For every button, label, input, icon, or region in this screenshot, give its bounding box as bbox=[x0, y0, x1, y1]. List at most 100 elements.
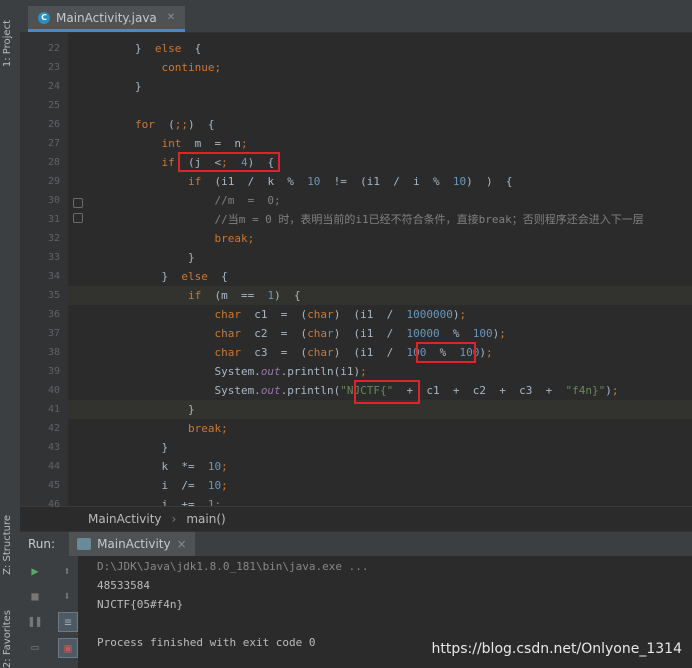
pause-icon[interactable]: ❚❚ bbox=[26, 612, 44, 630]
line-number: 40 bbox=[47, 385, 60, 396]
line-number: 33 bbox=[47, 252, 60, 263]
code-editor[interactable]: } else { continue; } for (;;) { int m = … bbox=[68, 33, 692, 506]
code-text: char c1 = (char) (i1 / 1000000); bbox=[214, 308, 467, 321]
highlight-box-modulo bbox=[416, 342, 476, 363]
console-command-line: D:\JDK\Java\jdk1.8.0_181\bin\java.exe ..… bbox=[97, 560, 369, 573]
code-text: if (m == 1) { bbox=[187, 289, 301, 302]
soft-wrap-icon[interactable]: ≡ bbox=[58, 612, 78, 632]
line-number: 44 bbox=[47, 461, 60, 472]
code-text: //m = 0; bbox=[82, 194, 281, 207]
line-number: 41 bbox=[47, 404, 60, 415]
code-text: System.out.println(i1); bbox=[82, 365, 367, 378]
code-text: System.out.println("NJCTF{" + c1 + c2 + … bbox=[82, 384, 619, 397]
chevron-right-icon: › bbox=[171, 511, 177, 526]
run-label: Run: bbox=[28, 537, 56, 551]
code-text: int m = n; bbox=[161, 137, 248, 150]
line-number: 45 bbox=[47, 480, 60, 491]
line-number: 28 bbox=[47, 157, 60, 168]
line-number: 29 bbox=[47, 176, 60, 187]
line-number: 26 bbox=[47, 119, 60, 130]
code-line[interactable]: i /= 10; bbox=[68, 476, 692, 495]
console-exit-message: Process finished with exit code 0 bbox=[97, 636, 316, 649]
editor-tab[interactable]: C MainActivity.java ✕ bbox=[28, 6, 186, 32]
code-text: i += 1; bbox=[82, 498, 222, 506]
code-line[interactable]: char c1 = (char) (i1 / 1000000); bbox=[68, 305, 692, 324]
code-line[interactable]: char c3 = (char) (i1 / 100 % 100); bbox=[68, 343, 692, 362]
breadcrumb-class[interactable]: MainActivity bbox=[88, 512, 162, 526]
code-text: for (;;) { bbox=[134, 118, 215, 131]
code-text: break; bbox=[187, 422, 228, 435]
code-line[interactable]: if (j <; 4) { bbox=[68, 153, 692, 172]
code-line[interactable]: k *= 10; bbox=[68, 457, 692, 476]
code-line[interactable]: i += 1; bbox=[68, 495, 692, 506]
editor-tab-bar: C MainActivity.java ✕ bbox=[20, 0, 692, 33]
line-number: 39 bbox=[47, 366, 60, 377]
watermark: https://blog.csdn.net/Onlyone_1314 bbox=[431, 641, 682, 657]
code-line[interactable]: continue; bbox=[68, 58, 692, 77]
line-number: 32 bbox=[47, 233, 60, 244]
breadcrumb: MainActivity › main() bbox=[20, 506, 692, 530]
code-line[interactable]: break; bbox=[68, 419, 692, 438]
scroll-to-end-icon[interactable]: ▣ bbox=[58, 638, 78, 658]
breadcrumb-method[interactable]: main() bbox=[186, 512, 225, 526]
stop-icon[interactable]: ■ bbox=[26, 587, 44, 605]
code-line[interactable]: } bbox=[68, 438, 692, 457]
code-line[interactable]: char c2 = (char) (i1 / 10000 % 100); bbox=[68, 324, 692, 343]
console-output-line: NJCTF{05#f4n} bbox=[97, 598, 184, 611]
code-line[interactable]: } else { bbox=[68, 39, 692, 58]
code-text: } bbox=[82, 441, 169, 454]
run-tab[interactable]: MainActivity × bbox=[69, 532, 195, 556]
code-text: //当m = 0 时，表明当前的i1已经不符合条件，直接break；否则程序还会… bbox=[82, 213, 644, 226]
arrow-down-icon[interactable]: ⬇ bbox=[58, 587, 76, 605]
layout-icon[interactable]: ▭ bbox=[26, 638, 44, 656]
run-config-icon bbox=[77, 538, 92, 550]
run-tab-label: MainActivity bbox=[97, 537, 171, 551]
code-line[interactable]: //m = 0; bbox=[68, 191, 692, 210]
close-icon[interactable]: × bbox=[177, 537, 187, 551]
run-toolbar: ▶ ⬆ ■ ⬇ ❚❚ ≡ ▭ ▣ bbox=[20, 556, 78, 668]
line-number: 35 bbox=[47, 290, 60, 301]
code-line[interactable]: if (i1 / k % 10 != (i1 / i % 10) ) { bbox=[68, 172, 692, 191]
structure-tool-button[interactable]: Z: Structure bbox=[2, 515, 13, 575]
code-text: } else { bbox=[82, 270, 228, 283]
left-tool-strip: 1: Project Z: Structure 2: Favorites bbox=[0, 0, 21, 668]
code-text: continue; bbox=[161, 61, 222, 74]
code-line[interactable]: if (m == 1) { bbox=[68, 286, 692, 305]
code-text: } bbox=[82, 403, 195, 416]
code-text: } bbox=[82, 251, 195, 264]
code-line[interactable]: int m = n; bbox=[68, 134, 692, 153]
favorites-tool-button[interactable]: 2: Favorites bbox=[2, 610, 13, 668]
line-number: 31 bbox=[47, 214, 60, 225]
highlight-box-if-condition bbox=[178, 152, 280, 172]
code-line[interactable]: } bbox=[68, 248, 692, 267]
line-number: 38 bbox=[47, 347, 60, 358]
close-icon[interactable]: ✕ bbox=[167, 12, 175, 23]
run-panel-header: Run: MainActivity × bbox=[20, 531, 692, 556]
line-number: 46 bbox=[47, 499, 60, 510]
code-line[interactable]: break; bbox=[68, 229, 692, 248]
code-text: i /= 10; bbox=[82, 479, 228, 492]
java-class-icon: C bbox=[38, 11, 50, 24]
line-number: 30 bbox=[47, 195, 60, 206]
line-number: 27 bbox=[47, 138, 60, 149]
line-number: 36 bbox=[47, 309, 60, 320]
line-number: 34 bbox=[47, 271, 60, 282]
tab-title: MainActivity.java bbox=[56, 10, 157, 25]
code-text: } bbox=[82, 80, 142, 93]
code-line[interactable]: System.out.println(i1); bbox=[68, 362, 692, 381]
code-text: k *= 10; bbox=[82, 460, 228, 473]
code-line[interactable]: } else { bbox=[68, 267, 692, 286]
arrow-up-icon[interactable]: ⬆ bbox=[58, 562, 76, 580]
code-line[interactable] bbox=[68, 96, 692, 115]
code-line[interactable]: } bbox=[68, 77, 692, 96]
line-number: 22 bbox=[47, 43, 60, 54]
code-text: break; bbox=[214, 232, 255, 245]
line-number: 24 bbox=[47, 81, 60, 92]
line-number: 25 bbox=[47, 100, 60, 111]
console-output-line: 48533584 bbox=[97, 579, 150, 592]
code-line[interactable]: //当m = 0 时，表明当前的i1已经不符合条件，直接break；否则程序还会… bbox=[68, 210, 692, 229]
code-line[interactable]: for (;;) { bbox=[68, 115, 692, 134]
line-number: 43 bbox=[47, 442, 60, 453]
rerun-icon[interactable]: ▶ bbox=[26, 562, 44, 580]
project-tool-button[interactable]: 1: Project bbox=[2, 20, 13, 67]
